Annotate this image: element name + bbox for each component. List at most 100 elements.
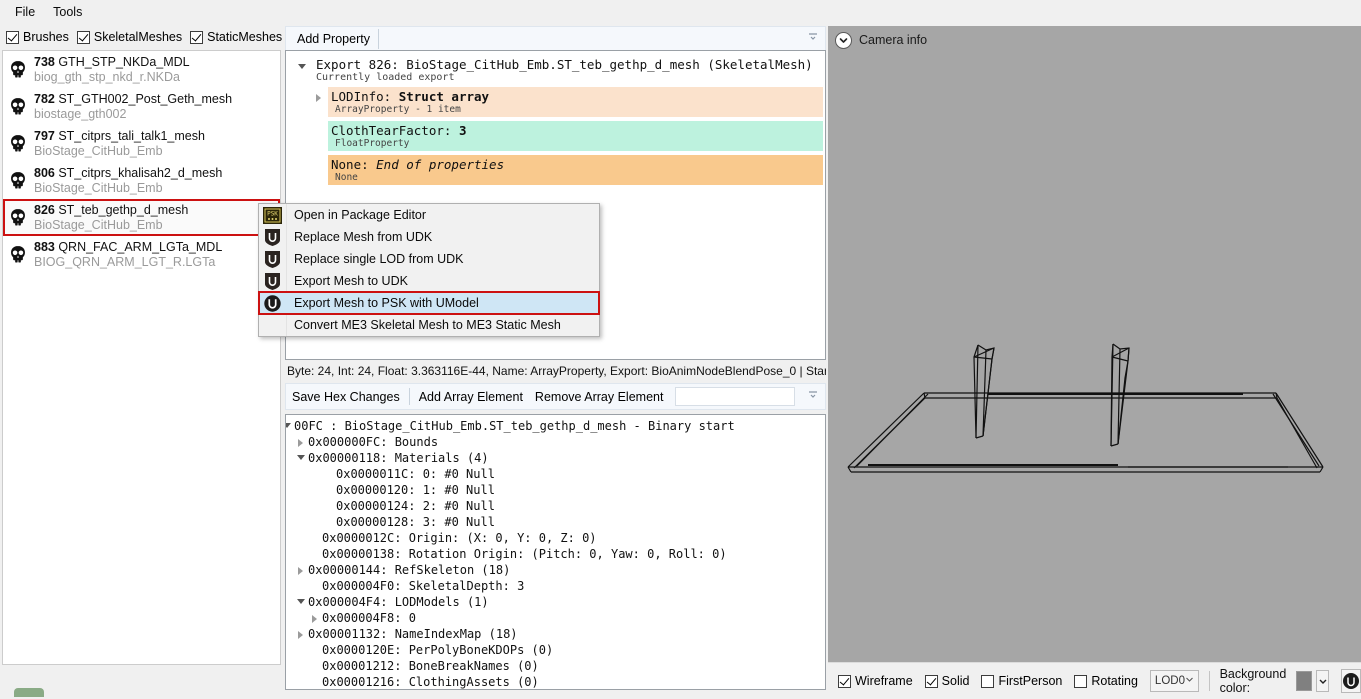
filter-label: StaticMeshes [207, 30, 283, 44]
context-menu-item-5[interactable]: Convert ME3 Skeletal Mesh to ME3 Static … [259, 314, 599, 336]
property-row[interactable]: ClothTearFactor: 3 FloatProperty [286, 119, 825, 153]
filter-checkbox-skeletalmeshes[interactable]: SkeletalMeshes [76, 30, 183, 44]
context-menu-item-3[interactable]: Export Mesh to UDK [259, 270, 599, 292]
binary-tree-row[interactable]: 0x00001216: ClothingAssets (0) [286, 674, 825, 689]
chevron-down-icon[interactable] [835, 31, 852, 49]
export-list[interactable]: 738 GTH_STP_NKDa_MDL biog_gth_stp_nkd_r.N… [2, 50, 281, 665]
binary-tree-row[interactable]: 0x0000011C: 0: #0 Null [286, 466, 825, 482]
binary-tree-row[interactable]: 0x00000118: Materials (4) [286, 450, 825, 466]
skull-icon [11, 97, 25, 115]
context-menu-item-0[interactable]: PSK Open in Package Editor [259, 204, 599, 226]
property-row[interactable]: None: End of properties None [286, 153, 825, 187]
wireframe-mesh [847, 343, 1324, 473]
export-list-item[interactable]: 883 QRN_FAC_ARM_LGTa_MDL BIOG_QRN_ARM_LGT… [3, 236, 280, 273]
chevron-right-icon[interactable] [316, 94, 321, 102]
binary-tree-row[interactable]: 0x0000120E: PerPolyBoneKDOPs (0) [286, 642, 825, 658]
umodel-button[interactable] [1341, 669, 1361, 693]
export-list-item[interactable]: 806 ST_citprs_khalisah2_d_mesh BioStage_C… [3, 162, 280, 199]
background-color-swatch[interactable] [1296, 671, 1313, 691]
skull-icon [11, 171, 25, 189]
context-menu-item-label: Open in Package Editor [294, 208, 427, 222]
chevron-right-icon[interactable] [312, 615, 317, 623]
binary-tree-row-label: 0x00001216: ClothingAssets (0) [322, 675, 539, 689]
chevron-right-icon[interactable] [298, 631, 303, 639]
export-list-item[interactable]: 738 GTH_STP_NKDa_MDL biog_gth_stp_nkd_r.N… [3, 51, 280, 88]
binary-tree-row[interactable]: 0x000004F8: 0 [286, 610, 825, 626]
add-array-element-button[interactable]: Add Array Element [413, 387, 529, 407]
toggle-rotating[interactable]: Rotating [1074, 674, 1138, 688]
properties-header-row[interactable]: Export 826: BioStage_CitHub_Emb.ST_teb_g… [286, 51, 825, 85]
binary-tree-row[interactable]: 0x000000FC: Bounds [286, 434, 825, 450]
binary-tree-row[interactable]: 0x00000120: 1: #0 Null [286, 482, 825, 498]
filter-checkbox-brushes[interactable]: Brushes [6, 30, 69, 44]
property-type: ArrayProperty - 1 item [335, 104, 461, 115]
context-menu-item-label: Replace single LOD from UDK [294, 252, 464, 266]
hex-value-input[interactable] [675, 387, 796, 406]
save-hex-changes-button[interactable]: Save Hex Changes [286, 387, 406, 407]
viewport-column: Camera info Wireframe Solid FirstPerson … [828, 26, 1361, 699]
chevron-right-icon[interactable] [298, 439, 303, 447]
binary-tree-row[interactable]: 0x00000128: 3: #0 Null [286, 514, 825, 530]
skull-icon [11, 208, 25, 226]
center-column: Add Property Export 826: BioStage_CitHub… [285, 26, 826, 699]
svg-text:PSK: PSK [267, 210, 278, 217]
binary-tree-row[interactable]: 00FC : BioStage_CitHub_Emb.ST_teb_gethp_… [286, 418, 825, 434]
checkbox-box [76, 30, 90, 44]
checkbox-box [190, 30, 204, 44]
export-item-title: 883 QRN_FAC_ARM_LGTa_MDL [34, 240, 223, 255]
toggle-solid[interactable]: Solid [924, 674, 969, 688]
lod-select[interactable]: LOD0 [1149, 670, 1199, 692]
camera-info-header[interactable]: Camera info [828, 26, 1361, 54]
export-list-item[interactable]: 782 ST_GTH002_Post_Geth_mesh biostage_gth… [3, 88, 280, 125]
binary-tree-row[interactable]: 0x00001212: BoneBreakNames (0) [286, 658, 825, 674]
chevron-down-icon[interactable] [297, 599, 305, 604]
binary-tree-row[interactable]: 0x0000012C: Origin: (X: 0, Y: 0, Z: 0) [286, 530, 825, 546]
binary-tree-row[interactable]: 0x00001132: NameIndexMap (18) [286, 626, 825, 642]
binary-tree-row-label: 0x00001132: NameIndexMap (18) [308, 627, 518, 641]
export-item-package: biog_gth_stp_nkd_r.NKDa [34, 69, 180, 84]
background-color-dropdown[interactable] [1316, 670, 1329, 692]
properties-status-bar: Byte: 24, Int: 24, Float: 3.363116E-44, … [285, 362, 826, 380]
toggle-wireframe[interactable]: Wireframe [838, 674, 913, 688]
overflow-chevron-icon[interactable] [807, 31, 819, 46]
binary-tree-row[interactable]: 0x00000144: RefSkeleton (18) [286, 562, 825, 578]
context-menu-item-2[interactable]: Replace single LOD from UDK [259, 248, 599, 270]
remove-array-element-button[interactable]: Remove Array Element [529, 387, 670, 407]
add-property-button[interactable]: Add Property [289, 28, 379, 49]
chevron-down-icon[interactable] [297, 455, 305, 460]
context-menu-item-1[interactable]: Replace Mesh from UDK [259, 226, 599, 248]
property-band: ClothTearFactor: 3 FloatProperty [328, 121, 823, 151]
taskbar-indicator [14, 688, 44, 697]
properties-header-subtitle: Currently loaded export [316, 72, 455, 83]
binary-tree-row[interactable]: 0x00000124: 2: #0 Null [286, 498, 825, 514]
binary-tree-row-label: 0x000004F0: SkeletalDepth: 3 [322, 579, 525, 593]
chevron-down-icon[interactable] [286, 423, 291, 428]
export-list-item[interactable]: 797 ST_citprs_tali_talk1_mesh BioStage_Ci… [3, 125, 280, 162]
binary-tree-row[interactable]: 0x000004F4: LODModels (1) [286, 594, 825, 610]
property-row[interactable]: LODInfo: Struct array ArrayProperty - 1 i… [286, 85, 825, 119]
camera-info-label: Camera info [859, 33, 928, 47]
context-menu-item-label: Export Mesh to UDK [294, 274, 408, 288]
binary-tree-row[interactable]: 0x00000138: Rotation Origin: (Pitch: 0, … [286, 546, 825, 562]
hex-toolbar: Save Hex Changes Add Array Element Remov… [285, 383, 826, 410]
toggle-label: FirstPerson [998, 674, 1063, 688]
menu-item-file[interactable]: File [6, 2, 44, 22]
context-menu-item-4[interactable]: Export Mesh to PSK with UModel [258, 291, 600, 315]
binary-tree-row[interactable]: 0x000004F0: SkeletalDepth: 3 [286, 578, 825, 594]
filter-checkbox-staticmeshes[interactable]: StaticMeshes [190, 30, 282, 44]
property-name-value: None: End of properties [331, 157, 505, 172]
export-list-item-selected[interactable]: 826 ST_teb_gethp_d_mesh BioStage_CitHub_E… [3, 199, 280, 236]
filter-label: SkeletalMeshes [93, 30, 183, 44]
context-menu-items: PSK Open in Package Editor Replace Mesh fr… [258, 204, 600, 336]
export-item-package: BioStage_CitHub_Emb [34, 217, 163, 232]
binary-tree-panel[interactable]: 00FC : BioStage_CitHub_Emb.ST_teb_gethp_… [285, 414, 826, 690]
menu-bar: File Tools [0, 0, 820, 24]
menu-item-tools[interactable]: Tools [44, 2, 91, 22]
mesh-viewport[interactable] [828, 54, 1361, 662]
context-menu[interactable]: PSK Open in Package Editor Replace Mesh fr… [258, 203, 600, 337]
overflow-chevron-icon[interactable] [807, 389, 819, 404]
toggle-firstperson[interactable]: FirstPerson [981, 674, 1062, 688]
binary-tree-row-label: 0x00000124: 2: #0 Null [336, 499, 495, 513]
chevron-down-icon[interactable] [298, 64, 306, 69]
chevron-right-icon[interactable] [298, 567, 303, 575]
